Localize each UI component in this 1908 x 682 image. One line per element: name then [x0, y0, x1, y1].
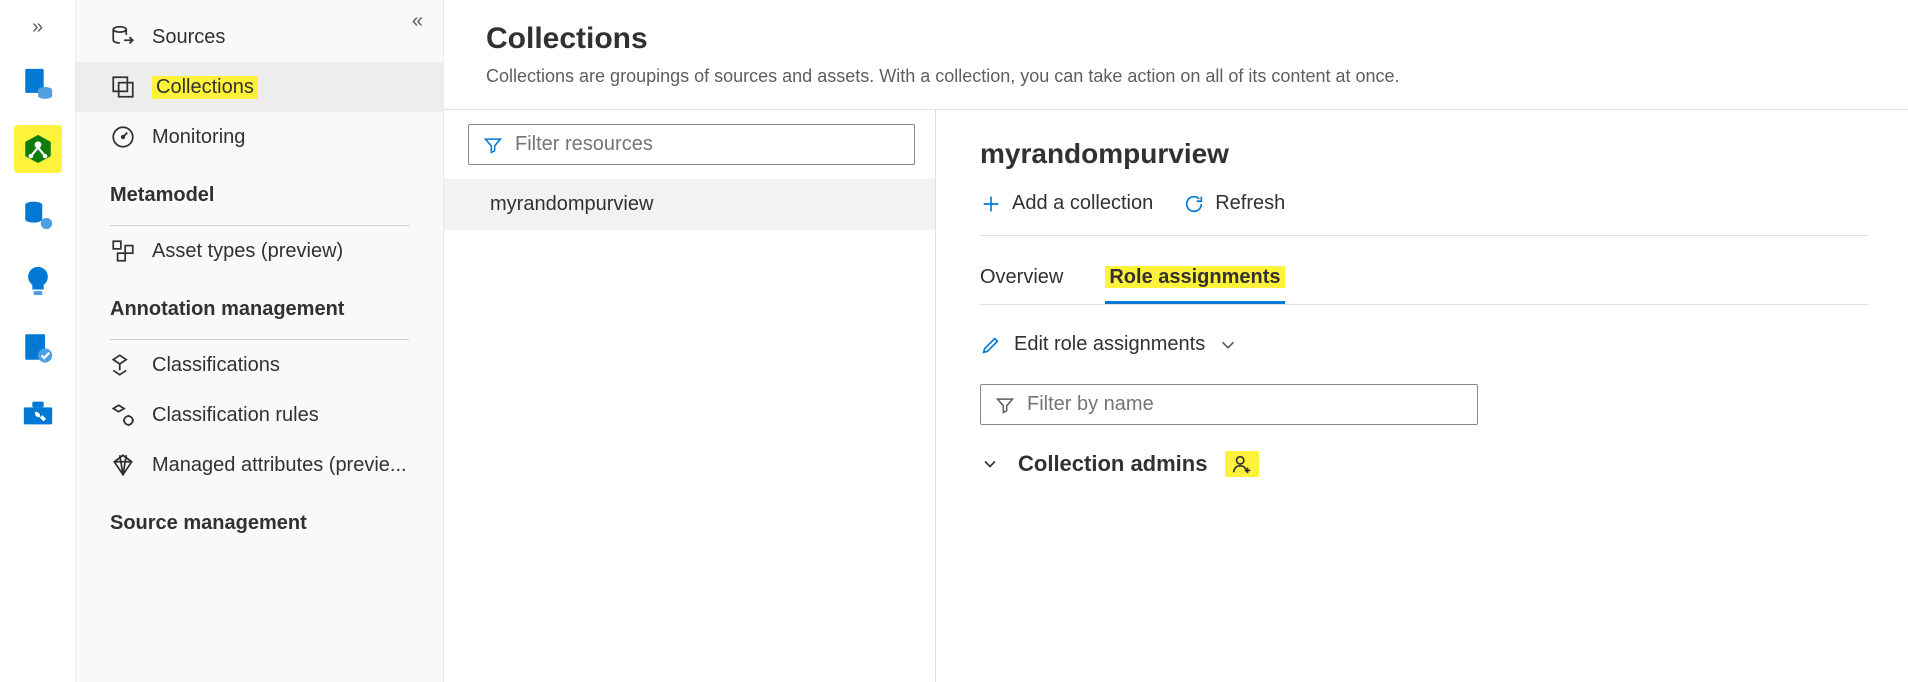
role-section-label: Collection admins	[1018, 451, 1207, 477]
action-label: Add a collection	[1012, 192, 1153, 215]
nav-label: Classifications	[152, 354, 280, 377]
action-label: Refresh	[1215, 192, 1285, 215]
main-area: Collections Collections are groupings of…	[444, 0, 1908, 682]
icon-rail: »	[0, 0, 76, 682]
pencil-icon	[980, 334, 1002, 356]
action-bar: Add a collection Refresh	[980, 192, 1868, 236]
lightbulb-icon	[21, 264, 55, 298]
rail-item-management[interactable]	[14, 389, 62, 437]
tab-label: Role assignments	[1105, 266, 1284, 288]
nav-label: Sources	[152, 26, 225, 49]
nav-label: Collections	[152, 76, 258, 99]
collapse-sidenav-icon[interactable]: «	[412, 10, 423, 33]
nav-sources[interactable]: Sources	[76, 12, 443, 62]
rail-item-policy[interactable]	[14, 323, 62, 371]
nav-label: Asset types (preview)	[152, 240, 343, 263]
collection-detail-pane: myrandompurview Add a collection Refresh	[936, 110, 1908, 682]
expand-rail-icon[interactable]: »	[32, 10, 43, 41]
database-icon	[21, 66, 55, 100]
nav-classifications[interactable]: Classifications	[76, 340, 443, 390]
stack-icon	[110, 74, 136, 100]
hex-node-icon	[21, 132, 55, 166]
role-section-collection-admins[interactable]: Collection admins	[980, 451, 1908, 477]
nav-collections[interactable]: Collections	[76, 62, 443, 112]
doc-check-icon	[21, 330, 55, 364]
nav-asset-types[interactable]: Asset types (preview)	[76, 226, 443, 276]
plus-icon	[980, 193, 1002, 215]
refresh-icon	[1183, 193, 1205, 215]
tab-overview[interactable]: Overview	[980, 266, 1063, 304]
add-collection-button[interactable]: Add a collection	[980, 192, 1153, 215]
tags-icon	[110, 352, 136, 378]
add-admin-button[interactable]	[1225, 451, 1259, 477]
person-add-icon	[1231, 453, 1253, 475]
chevron-down-icon	[1217, 334, 1239, 356]
page-title: Collections	[486, 22, 1908, 56]
filter-icon	[995, 395, 1015, 415]
nav-monitoring[interactable]: Monitoring	[76, 112, 443, 162]
nav-label: Managed attributes (previe...	[152, 454, 407, 477]
page-description: Collections are groupings of sources and…	[486, 66, 1908, 87]
rail-item-insights[interactable]	[14, 257, 62, 305]
filter-by-name-box[interactable]	[980, 384, 1478, 425]
edit-label: Edit role assignments	[1014, 333, 1205, 356]
edit-role-assignments-button[interactable]: Edit role assignments	[980, 333, 1908, 356]
rail-item-data-map[interactable]	[14, 125, 62, 173]
content-row: myrandompurview myrandompurview Add a co…	[444, 110, 1908, 682]
db-link-icon	[21, 198, 55, 232]
tags-gear-icon	[110, 402, 136, 428]
filter-by-name-input[interactable]	[1027, 393, 1463, 416]
detail-tabs: Overview Role assignments	[980, 266, 1868, 305]
filter-resources-box[interactable]	[468, 124, 915, 165]
blocks-icon	[110, 238, 136, 264]
chevron-down-icon	[980, 454, 1000, 474]
nav-managed-attributes[interactable]: Managed attributes (previe...	[76, 440, 443, 490]
rail-item-data-catalog[interactable]	[14, 59, 62, 107]
collection-list-pane: myrandompurview	[444, 110, 936, 682]
diamond-icon	[110, 452, 136, 478]
nav-label: Classification rules	[152, 404, 319, 427]
rail-item-data-estate[interactable]	[14, 191, 62, 239]
db-out-icon	[110, 24, 136, 50]
nav-label: Monitoring	[152, 126, 245, 149]
detail-title: myrandompurview	[980, 138, 1908, 170]
collection-list-item[interactable]: myrandompurview	[444, 179, 935, 230]
nav-section-metamodel: Metamodel	[76, 162, 443, 219]
tab-label: Overview	[980, 266, 1063, 288]
page-header: Collections Collections are groupings of…	[444, 0, 1908, 110]
filter-icon	[483, 135, 503, 155]
refresh-button[interactable]: Refresh	[1183, 192, 1285, 215]
nav-section-source: Source management	[76, 490, 443, 547]
toolbox-icon	[21, 396, 55, 430]
filter-resources-input[interactable]	[515, 133, 900, 156]
gauge-icon	[110, 124, 136, 150]
side-nav: « Sources Collections Monitoring Metamod…	[76, 0, 444, 682]
tab-role-assignments[interactable]: Role assignments	[1105, 266, 1284, 304]
nav-classification-rules[interactable]: Classification rules	[76, 390, 443, 440]
nav-section-annotation: Annotation management	[76, 276, 443, 333]
